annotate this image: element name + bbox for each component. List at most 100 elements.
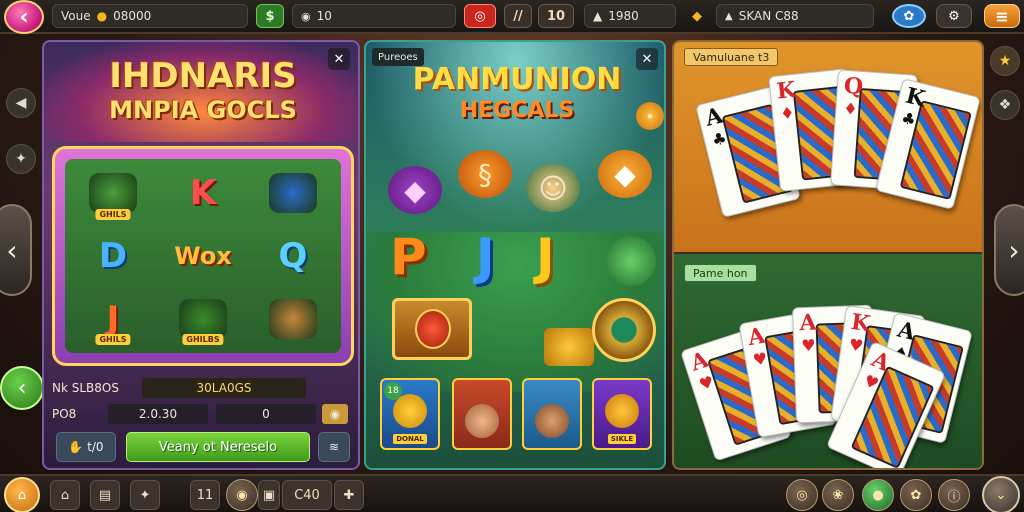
reel-chip: GHILBS — [182, 334, 224, 345]
bet-label: Nk SLB8OS — [52, 381, 119, 395]
star-icon[interactable]: ★ — [990, 46, 1020, 76]
reel-symbol: D — [69, 226, 157, 287]
ten-button[interactable]: 10 — [538, 4, 574, 28]
leaf-icon — [606, 236, 656, 286]
player-pill: ▲ SKAN C88 — [716, 4, 874, 28]
blob-symbol-icon — [89, 173, 137, 214]
dice-icon[interactable]: ◎ — [464, 4, 496, 28]
letter-j-gold: J — [536, 228, 555, 286]
char-chip-4: SIKLE — [607, 434, 637, 444]
crown-icon: ▲ — [725, 10, 733, 22]
gift-icon[interactable]: ✦ — [130, 480, 160, 510]
seahorse-icon: § — [458, 150, 512, 198]
lobby-icon[interactable]: ⌂ — [50, 480, 80, 510]
top-bar: ‹ Voue ● 08000 $ ◉ 10 ◎ // 10 ▲ 1980 ◆ ▲… — [0, 0, 1024, 34]
coin-bag-icon[interactable]: ◉ — [226, 479, 258, 511]
balance-value: 08000 — [113, 9, 152, 23]
prev-arrow-button[interactable]: ‹ — [0, 204, 32, 296]
reel-symbol: K — [159, 163, 247, 224]
card-suit-icon: ♦ — [779, 103, 796, 124]
reel-symbol — [249, 163, 337, 224]
top-hand: A ♣ K ♦ Q ♦ K ♣ — [674, 42, 982, 252]
card-rank: A — [687, 346, 712, 377]
plus-icon[interactable]: ✚ — [334, 480, 364, 510]
shop-icon[interactable]: ✿ — [900, 479, 932, 511]
layers-icon[interactable]: // — [504, 4, 532, 28]
letter-p: P — [390, 228, 427, 286]
card-rank: Q — [843, 72, 865, 101]
char-badge: 18 — [384, 382, 402, 400]
char-chip-1: DONAL — [393, 434, 427, 444]
score-pill: ▲ 1980 — [584, 4, 676, 28]
key-icon[interactable]: ⚙ — [936, 4, 972, 28]
char-card-2[interactable] — [452, 378, 512, 450]
lines-icon[interactable]: ≋ — [318, 432, 350, 462]
stats-value: 11 — [196, 487, 214, 503]
diver-icon: ☺ — [526, 164, 580, 212]
goldfish-icon: ◆ — [598, 150, 652, 198]
reel-letter: J — [106, 298, 120, 339]
card-suit-icon: ♦ — [842, 98, 859, 119]
stats-button[interactable]: 11 — [190, 480, 220, 510]
info-icon[interactable]: ⓘ — [938, 479, 970, 511]
char-card-4[interactable]: SIKLE — [592, 378, 652, 450]
coin-icon[interactable]: ◉ — [322, 404, 348, 424]
news-icon[interactable]: ▤ — [90, 480, 120, 510]
reel-letter: Q — [278, 235, 308, 276]
back-button[interactable]: ‹ — [4, 0, 44, 34]
bottom-hand: A♥A♥A♥K♥A♠A♥ — [674, 254, 982, 468]
friends-icon[interactable]: ● — [862, 479, 894, 511]
bag-icon[interactable]: ❖ — [990, 90, 1020, 120]
card-rank: K — [849, 308, 872, 338]
reel-symbol: GHILBS — [159, 288, 247, 349]
char-card-1[interactable]: 18 DONAL — [380, 378, 440, 450]
reel-letter: K — [189, 173, 217, 214]
sound-icon[interactable]: ◀ — [6, 88, 36, 118]
char-card-3[interactable] — [522, 378, 582, 450]
card-rank: A — [745, 322, 768, 352]
expand-icon[interactable]: ⌄ — [982, 476, 1020, 512]
auto-button[interactable]: ✋ t/0 — [56, 432, 116, 462]
counter-value: 10 — [316, 9, 332, 23]
zero-value: 0 — [216, 404, 316, 424]
position-value: 2.0.30 — [108, 404, 208, 424]
fish-panel[interactable]: Pureoes ✕ PANMUNION HEGCALS ◆ § ☺ ◆ • P … — [364, 40, 666, 470]
letter-j-blue: J — [476, 228, 495, 286]
auto-label: t/0 — [87, 440, 104, 454]
bear-symbol-icon — [269, 298, 317, 339]
slots-panel[interactable]: ✕ IHDNARIS MNPIA GOCLS GHILS K D Wox Q J GHILS… — [42, 40, 360, 470]
spin-button[interactable]: Veany ot Nereselo — [126, 432, 310, 462]
reel-symbol: Wox — [159, 226, 247, 287]
green-back-button[interactable]: ‹ — [0, 366, 44, 410]
settings-icon[interactable]: ✦ — [6, 144, 36, 174]
target-icon[interactable]: ◎ — [786, 479, 818, 511]
reel-grid: GHILS K D Wox Q J GHILS GHILBS — [65, 159, 341, 353]
reel-letter: Wox — [174, 241, 232, 270]
balance-pill: Voue ● 08000 — [52, 4, 248, 28]
reel-frame: GHILS K D Wox Q J GHILS GHILBS — [52, 146, 354, 366]
chest-icon[interactable]: ▣ — [258, 480, 280, 510]
position-label: PO8 — [52, 407, 77, 421]
reel-symbol: GHILS — [69, 163, 157, 224]
score-value: 1980 — [608, 9, 639, 23]
reel-symbol: J GHILS — [69, 288, 157, 349]
volume-label: Voue — [61, 9, 91, 23]
slots-title: IHDNARIS — [109, 56, 297, 96]
slots-controls: Nk SLB8OS 30LA0GS PO8 2.0.30 0 ◉ ✋ t/0 V… — [52, 378, 352, 464]
gem-icon[interactable]: ✿ — [892, 4, 926, 28]
menu-icon[interactable]: ≡ — [984, 4, 1020, 28]
small-fish-icon: • — [636, 102, 664, 130]
next-arrow-button[interactable]: › — [994, 204, 1024, 296]
treasure-chest-icon — [392, 298, 472, 360]
trophy-icon[interactable]: ❀ — [822, 479, 854, 511]
home-icon[interactable]: ⌂ — [4, 477, 40, 512]
drop-icon: ● — [96, 9, 108, 23]
card-rank: K — [775, 76, 798, 105]
bet-value: 30LA0GS — [142, 378, 306, 398]
cards-panel[interactable]: Vamuluane t3 A ♣ K ♦ Q ♦ K ♣ Pame hon A ♥ A ♥ A ♥ K ♥ A… — [672, 40, 984, 470]
credits-value: C40 — [294, 487, 320, 503]
card-suit-icon: ♥ — [751, 348, 769, 370]
credits-button[interactable]: C40 — [282, 480, 332, 510]
shield-icon[interactable]: ◆ — [684, 4, 710, 28]
cash-icon[interactable]: $ — [256, 4, 284, 28]
